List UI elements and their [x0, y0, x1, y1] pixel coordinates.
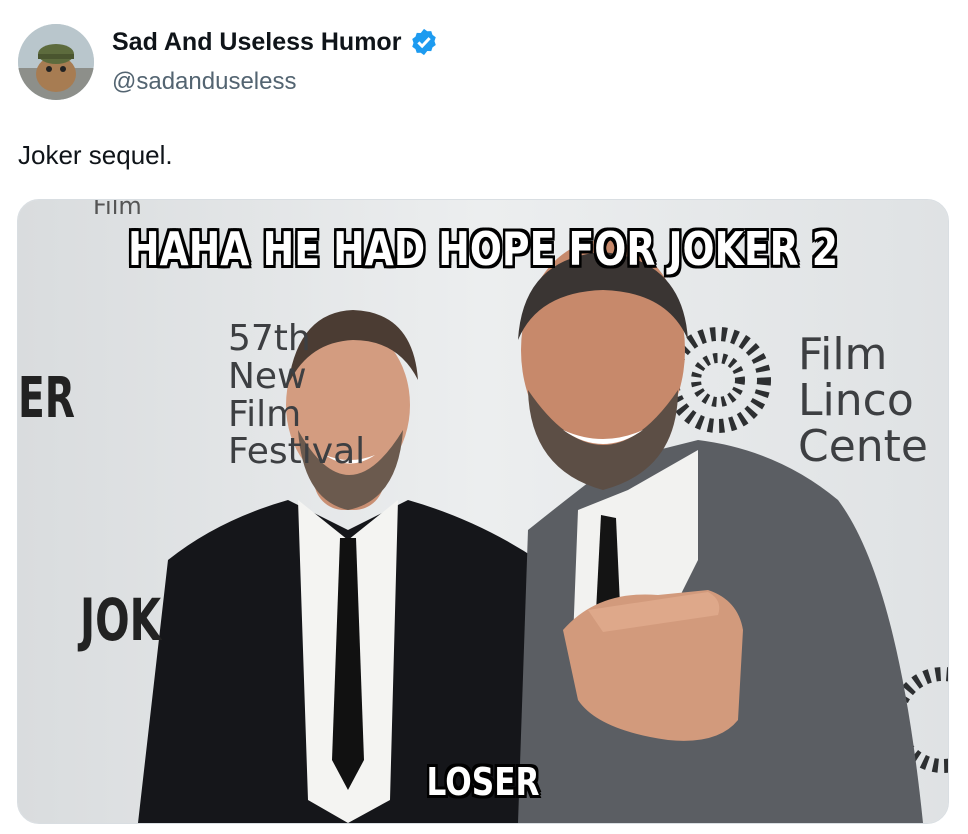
- backdrop-lincoln-text: Film Linco Cente: [798, 329, 929, 473]
- user-handle[interactable]: @sadanduseless: [112, 68, 296, 96]
- avatar-image: [18, 24, 94, 100]
- profile-avatar[interactable]: [18, 24, 94, 100]
- backdrop-er: ER: [18, 366, 75, 431]
- backdrop-jok: JOK: [80, 586, 162, 654]
- backdrop-line: Linco: [798, 375, 914, 427]
- backdrop-line: Film: [228, 393, 302, 435]
- tweet-media-image[interactable]: Film ER 57th New Film Festival Film Linc…: [17, 199, 949, 824]
- display-name-row[interactable]: Sad And Useless Humor: [112, 27, 439, 57]
- backdrop-line: New: [228, 355, 307, 397]
- backdrop-festival-text: 57th New Film Festival: [228, 320, 365, 471]
- backdrop-film-top: Film: [93, 199, 142, 220]
- backdrop-line: Film: [798, 329, 888, 380]
- verified-badge-icon: [412, 28, 437, 56]
- meme-bottom-caption: LOSER: [426, 760, 540, 804]
- meme-photo: [18, 200, 948, 823]
- display-name[interactable]: Sad And Useless Humor: [112, 28, 401, 57]
- meme-top-caption: HAHA HE HAD HOPE FOR JOKER 2: [127, 222, 839, 276]
- tweet-text: Joker sequel.: [18, 140, 173, 170]
- backdrop-line: 57th: [228, 318, 311, 359]
- backdrop-line: Festival: [228, 431, 366, 473]
- backdrop-line: Cente: [798, 421, 929, 473]
